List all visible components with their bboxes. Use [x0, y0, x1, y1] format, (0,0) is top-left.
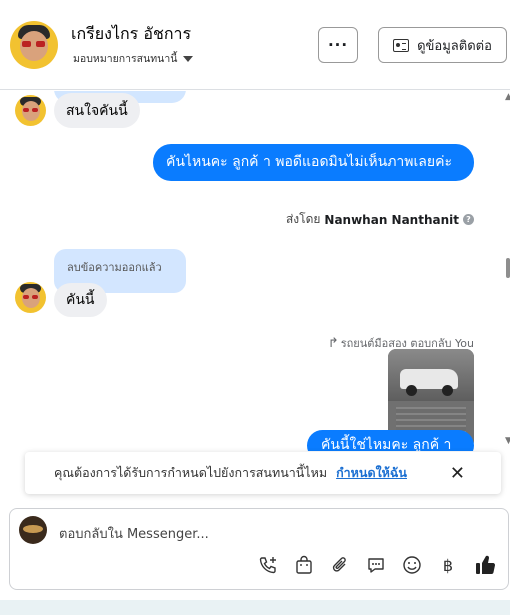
scrollbar-thumb[interactable] [506, 258, 510, 278]
reply-input[interactable]: ตอบกลับใน Messenger... [59, 523, 209, 544]
message-composer[interactable]: ตอบกลับใน Messenger... ฿ [9, 508, 509, 590]
page-avatar [19, 516, 47, 544]
message-list[interactable]: สนใจคันนี้ คันไหนคะ ลูกค้ า พอดีแอดมินไม… [0, 91, 510, 451]
contact-card-icon [393, 38, 410, 52]
bag-icon[interactable] [294, 555, 314, 575]
sent-by-label: ส่งโดย Nanwhan Nanthanit ? [286, 210, 474, 229]
contact-avatar[interactable] [10, 21, 58, 69]
sender-avatar [15, 95, 46, 126]
assignment-notice: คุณต้องการได้รับการกำหนดไปยังการสนทนานี้… [25, 452, 501, 494]
message-text: คันไหนคะ ลูกค้ า พอดีแอดมินไม่เห็นภาพเลย… [166, 154, 452, 170]
assign-label: มอบหมายการสนทนานี้ [73, 53, 178, 65]
contact-name: เกรียงไกร อัชการ [71, 24, 192, 43]
reply-arrow-icon: ↱ [327, 335, 339, 351]
incoming-message[interactable]: คันนี้ [54, 283, 107, 317]
outgoing-message[interactable]: คันนี้ใช่ไหมคะ ลูกค้ า [307, 430, 474, 451]
composer-toolbar: ฿ [258, 554, 496, 576]
notice-text: คุณต้องการได้รับการกำหนดไปยังการสนทนานี้… [54, 465, 328, 480]
message-text: สนใจคันนี้ [66, 102, 128, 119]
more-options-button[interactable]: ··· [318, 27, 358, 63]
conversation-panel: เกรียงไกร อัชการ มอบหมายการสนทนานี้ ··· … [0, 0, 510, 600]
more-options-label: ··· [327, 36, 349, 54]
close-icon[interactable]: ✕ [450, 463, 465, 484]
message-text: คันนี้ใช่ไหมคะ ลูกค้ า [321, 437, 452, 451]
assign-to-me-link[interactable]: กำหนดให้ฉัน [336, 463, 407, 483]
conversation-header: เกรียงไกร อัชการ มอบหมายการสนทนานี้ ··· … [0, 0, 510, 90]
sender-avatar [15, 282, 46, 313]
chat-icon[interactable] [366, 555, 386, 575]
thumbs-up-icon[interactable] [474, 554, 496, 576]
emoji-icon[interactable] [402, 555, 422, 575]
incoming-message[interactable]: สนใจคันนี้ [54, 93, 140, 128]
assign-conversation-dropdown[interactable]: มอบหมายการสนทนานี้ [73, 50, 194, 67]
scroll-down-icon[interactable]: ▼ [505, 436, 510, 446]
paperclip-icon[interactable] [330, 555, 350, 575]
view-contact-label: ดูข้อมูลติดต่อ [417, 38, 492, 54]
sent-by-prefix: ส่งโดย [285, 212, 321, 226]
deleted-text: ลบข้อความออกแล้ว [67, 261, 162, 274]
view-contact-button[interactable]: ดูข้อมูลติดต่อ [378, 27, 507, 63]
sender-name: Nanwhan Nanthanit [324, 212, 459, 227]
outgoing-message[interactable]: คันไหนคะ ลูกค้ า พอดีแอดมินไม่เห็นภาพเลย… [153, 144, 474, 181]
help-icon[interactable]: ? [463, 214, 474, 225]
message-text: คันนี้ [66, 292, 95, 308]
phone-plus-icon[interactable] [258, 555, 278, 575]
caret-down-icon [183, 55, 194, 62]
baht-icon[interactable]: ฿ [438, 555, 458, 575]
scroll-up-icon[interactable]: ▲ [505, 92, 510, 102]
